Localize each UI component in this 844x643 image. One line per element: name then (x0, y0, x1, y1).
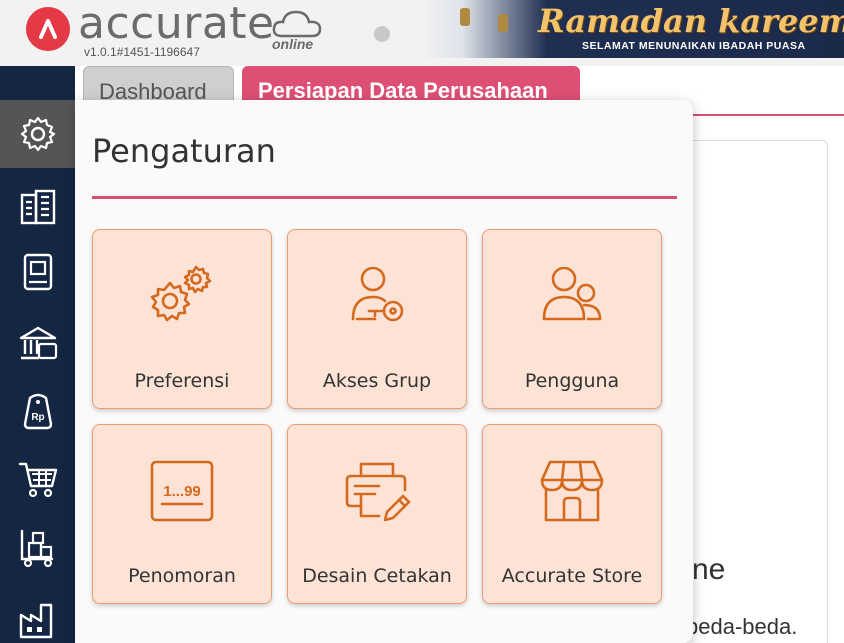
tile-label: Accurate Store (501, 565, 643, 587)
book-icon (23, 253, 52, 291)
settings-panel: Pengaturan Preferensi Akses Grup Penggun… (75, 100, 693, 643)
sidebar-item-ledger[interactable] (0, 238, 75, 306)
numbering-icon-text: 1...99 (163, 483, 201, 500)
brand-suffix: online (272, 36, 314, 52)
panel-divider (92, 196, 677, 199)
sidebar: Rp (0, 66, 75, 643)
tile-label: Akses Grup (322, 370, 432, 392)
status-dot (374, 26, 390, 42)
banner-subtitle: SELAMAT MENUNAIKAN IBADAH PUASA (582, 40, 806, 52)
factory-icon (19, 603, 52, 639)
printer-design-icon (337, 451, 417, 531)
tile-label: Penomoran (128, 565, 236, 587)
store-icon (532, 451, 612, 531)
tile-preferensi[interactable]: Preferensi (92, 229, 272, 409)
users-icon (532, 256, 612, 336)
panel-title: Pengaturan (92, 132, 276, 170)
tile-accurate-store[interactable]: Accurate Store (482, 424, 662, 604)
tile-label: Preferensi (134, 370, 230, 392)
sidebar-item-purchase[interactable] (0, 445, 75, 513)
accurate-logo[interactable] (26, 7, 70, 51)
tile-penomoran[interactable]: 1...99 Penomoran (92, 424, 272, 604)
inventory-icon (20, 529, 53, 568)
gear-icon (20, 116, 55, 152)
bank-icon (19, 326, 57, 360)
cart-icon (18, 462, 57, 498)
logo-icon (39, 19, 57, 39)
lantern-icon (498, 14, 508, 32)
tile-label: Pengguna (524, 370, 620, 392)
content-heading-partial: ne (692, 553, 726, 586)
user-key-icon (337, 256, 417, 336)
sidebar-item-settings[interactable] (0, 100, 75, 168)
tile-desain-cetakan[interactable]: Desain Cetakan (287, 424, 467, 604)
sidebar-item-manufacturing[interactable] (0, 586, 75, 643)
brand-name: accurate (78, 0, 275, 49)
sidebar-item-company[interactable] (0, 173, 75, 241)
svg-text:Rp: Rp (31, 412, 44, 423)
gears-icon (142, 256, 222, 336)
building-icon (20, 189, 55, 225)
tile-label: Desain Cetakan (302, 565, 452, 587)
sidebar-item-bank[interactable] (0, 310, 75, 378)
sidebar-item-inventory[interactable] (0, 514, 75, 582)
app-header: accurate online v1.0.1#1451-1196647 Rama… (0, 0, 844, 66)
lantern-icon (460, 8, 470, 26)
tile-akses-grup[interactable]: Akses Grup (287, 229, 467, 409)
price-tag-icon: Rp (23, 393, 52, 430)
version-label: v1.0.1#1451-1196647 (84, 45, 200, 59)
numbering-icon: 1...99 (142, 451, 222, 531)
banner-title: Ramadan kareem (538, 2, 844, 40)
tile-pengguna[interactable]: Pengguna (482, 229, 662, 409)
sidebar-item-sales[interactable]: Rp (0, 377, 75, 445)
content-text-partial: beda-beda. (686, 614, 798, 639)
